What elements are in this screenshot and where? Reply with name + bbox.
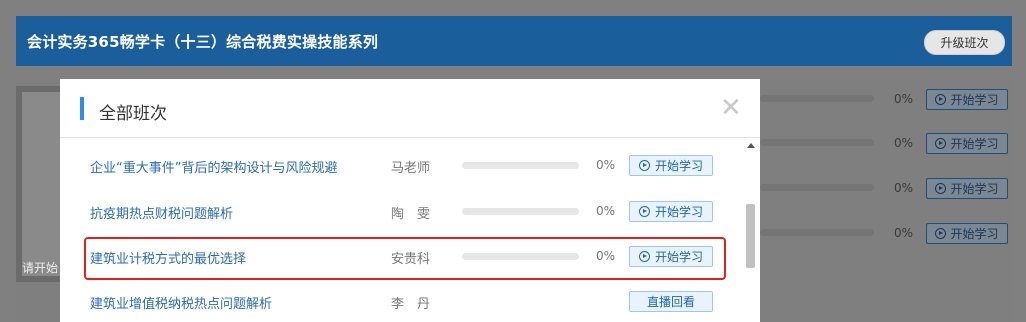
live-replay-button[interactable]: 直播回看 [629,291,713,312]
progress-percent: 0% [894,92,914,106]
play-icon [638,160,650,171]
teacher-name: 马老师 [391,161,431,176]
modal-header: 全部班次 ✕ [60,79,760,138]
upgrade-button[interactable]: 升级班次 [924,30,1005,55]
start-study-button[interactable]: 开始学习 [629,201,713,222]
teacher-name: 陶 雯 [391,207,431,222]
progress-bar [462,208,579,215]
class-row: 建筑业增值税纳税热点问题解析 李 丹 直播回看 [60,286,740,316]
bg-course-row: 0% 开始学习 [760,133,1012,154]
play-icon [935,138,947,149]
close-icon[interactable]: ✕ [720,95,742,121]
highlight-box [84,237,726,280]
bg-course-row: 0% 开始学习 [760,178,1012,199]
start-study-button[interactable]: 开始学习 [926,89,1008,110]
progress-bar [462,162,579,169]
progress-percent: 0% [596,204,616,218]
all-classes-modal: 全部班次 ✕ 企业“重大事件”背后的架构设计与风险规避 马老师 0% 开始学习 … [60,79,760,322]
class-title-link[interactable]: 企业“重大事件”背后的架构设计与风险规避 [90,157,337,176]
start-study-button[interactable]: 开始学习 [629,155,713,176]
start-study-button[interactable]: 开始学习 [926,178,1008,199]
progress-percent: 0% [894,181,914,195]
play-icon [935,94,947,105]
progress-bar [760,229,874,236]
progress-percent: 0% [596,158,616,172]
progress-bar [760,95,874,102]
teacher-name: 李 丹 [391,297,431,312]
progress-percent: 0% [894,226,914,240]
modal-title: 全部班次 [99,104,167,124]
progress-percent: 0% [894,136,914,150]
class-title-link[interactable]: 建筑业增值税纳税热点问题解析 [90,293,272,312]
course-title: 会计实务365畅学卡（十三）综合税费实操技能系列 [27,33,379,51]
scrollbar-thumb[interactable] [746,204,755,268]
class-row: 抗疫期热点财税问题解析 陶 雯 0% 开始学习 [60,196,740,226]
play-icon [935,183,947,194]
bg-course-row: 0% 开始学习 [760,89,1012,110]
progress-bar [760,184,874,191]
start-study-button[interactable]: 开始学习 [926,223,1008,244]
title-accent-bar [80,97,84,120]
class-row: 企业“重大事件”背后的架构设计与风险规避 马老师 0% 开始学习 [60,150,740,180]
start-study-button[interactable]: 开始学习 [926,133,1008,154]
progress-bar [760,139,874,146]
bg-course-row: 0% 开始学习 [760,223,1012,244]
thumbnail-caption: 请开始 [22,261,59,275]
play-icon [935,228,947,239]
scroll-up-arrow-icon[interactable] [747,143,755,148]
class-title-link[interactable]: 抗疫期热点财税问题解析 [90,203,233,222]
play-icon [638,206,650,217]
